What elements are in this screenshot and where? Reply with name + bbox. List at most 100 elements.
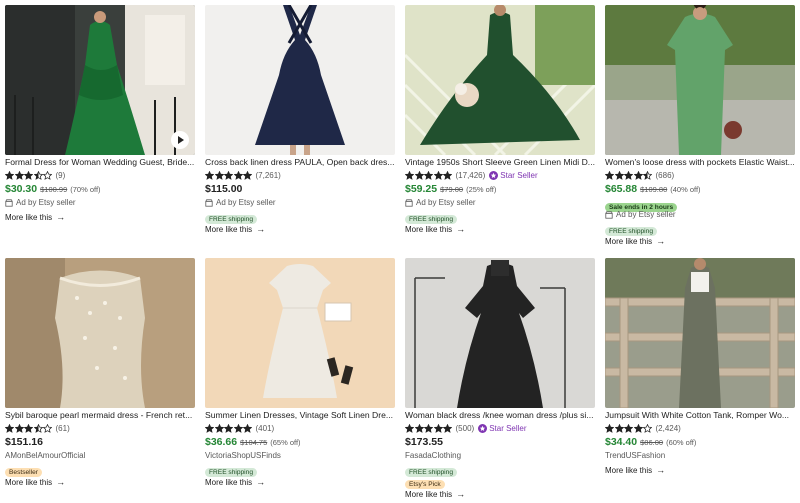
listing-title[interactable]: Women's loose dress with pockets Elastic…: [605, 157, 795, 168]
ad-text: Ad by Etsy seller: [616, 210, 676, 219]
listing-card[interactable]: Women's loose dress with pockets Elastic…: [605, 5, 795, 247]
review-count: (686): [655, 170, 675, 180]
price-row: $30.30 $100.99 (70% off): [5, 183, 195, 196]
shop-name[interactable]: AMonBelAmourOfficial: [5, 450, 195, 461]
star-full-icon: [243, 170, 252, 180]
rating: (686): [605, 169, 795, 181]
listing-title[interactable]: Sybil baroque pearl mermaid dress - Fren…: [5, 410, 195, 421]
listing-title[interactable]: Woman black dress /knee woman dress /plu…: [405, 410, 595, 421]
star-rating: [205, 423, 253, 433]
more-like-this-label: More like this: [605, 465, 653, 475]
star-empty-icon: [43, 170, 52, 180]
star-full-icon: [233, 170, 243, 180]
sale-price: $59.25: [405, 183, 438, 195]
star-full-icon: [624, 423, 633, 433]
star-full-icon: [214, 170, 224, 180]
star-full-icon: [633, 423, 643, 433]
original-price: $86.00: [640, 438, 664, 447]
rating: (2,424): [605, 422, 795, 434]
star-seller-label: Star Seller: [489, 423, 527, 433]
arrow-right-icon: →: [56, 212, 66, 222]
ad-label: Ad by Etsy seller: [5, 197, 195, 208]
star-rating: [605, 423, 653, 433]
more-like-this-link[interactable]: More like this →: [205, 223, 395, 235]
star-empty-icon: [43, 423, 52, 433]
shop-name[interactable]: VictoriaShopUSFinds: [205, 450, 395, 461]
price-row: $34.40 $86.00 (60% off): [605, 436, 795, 449]
star-full-icon: [224, 423, 233, 433]
price-row: $65.88 $109.80 (40% off): [605, 183, 795, 196]
more-like-this-label: More like this: [605, 236, 653, 246]
listing-card[interactable]: Woman black dress /knee woman dress /plu…: [405, 258, 595, 500]
star-full-icon: [243, 423, 252, 433]
ad-label: Ad by Etsy seller: [605, 209, 795, 220]
listing-image[interactable]: [405, 258, 595, 408]
rating: (500) Star Seller: [405, 422, 595, 434]
star-full-icon: [14, 423, 24, 433]
listing-card[interactable]: Cross back linen dress PAULA, Open back …: [205, 5, 395, 235]
listing-title[interactable]: Jumpsuit With White Cotton Tank, Romper …: [605, 410, 795, 421]
more-like-this-label: More like this: [205, 477, 253, 487]
star-rating: [605, 170, 653, 180]
listing-image[interactable]: [405, 5, 595, 155]
rating: (9): [5, 169, 195, 181]
rating: (401): [205, 422, 395, 434]
free-shipping-badge: FREE shipping: [205, 468, 257, 477]
star-full-icon: [433, 170, 443, 180]
listing-title[interactable]: Summer Linen Dresses, Vintage Soft Linen…: [205, 410, 395, 421]
more-like-this-link[interactable]: More like this →: [5, 211, 195, 223]
listing-title[interactable]: Cross back linen dress PAULA, Open back …: [205, 157, 395, 168]
star-full-icon: [205, 170, 214, 180]
listing-title[interactable]: Vintage 1950s Short Sleeve Green Linen M…: [405, 157, 595, 168]
star-full-icon: [443, 423, 452, 433]
listing-image[interactable]: [605, 258, 795, 408]
arrow-right-icon: →: [456, 224, 466, 234]
more-like-this-link[interactable]: More like this →: [605, 464, 795, 476]
play-video-button[interactable]: [171, 131, 189, 149]
free-shipping-badge: FREE shipping: [605, 227, 657, 236]
shop-icon: [405, 198, 413, 207]
listing-image[interactable]: [205, 5, 395, 155]
shop-icon: [5, 198, 13, 207]
ad-text: Ad by Etsy seller: [216, 198, 276, 207]
shop-name[interactable]: TrendUSFashion: [605, 450, 795, 461]
shop-icon: [605, 210, 613, 219]
free-shipping-badge: FREE shipping: [405, 215, 457, 224]
star-full-icon: [5, 423, 14, 433]
listing-title[interactable]: Formal Dress for Woman Wedding Guest, Br…: [5, 157, 195, 168]
price-row: $115.00: [205, 183, 395, 196]
more-like-this-link[interactable]: More like this →: [405, 488, 595, 500]
play-icon: [178, 136, 184, 144]
ad-text: Ad by Etsy seller: [16, 198, 76, 207]
listing-card[interactable]: Summer Linen Dresses, Vintage Soft Linen…: [205, 258, 395, 488]
star-seller-icon: [489, 170, 499, 180]
sale-price: $34.40: [605, 436, 638, 448]
listing-card[interactable]: Sybil baroque pearl mermaid dress - Fren…: [5, 258, 195, 488]
arrow-right-icon: →: [656, 236, 666, 246]
more-like-this-link[interactable]: More like this →: [5, 476, 195, 488]
more-like-this-link[interactable]: More like this →: [605, 235, 795, 247]
shop-icon: [205, 198, 213, 207]
listing-card[interactable]: Vintage 1950s Short Sleeve Green Linen M…: [405, 5, 595, 235]
rating: (61): [5, 422, 195, 434]
more-like-this-link[interactable]: More like this →: [205, 476, 395, 488]
shop-name[interactable]: FasadaClothing: [405, 450, 595, 461]
listing-card[interactable]: Jumpsuit With White Cotton Tank, Romper …: [605, 258, 795, 476]
star-seller-label: Star Seller: [500, 170, 538, 180]
listing-image[interactable]: [605, 5, 795, 155]
star-rating: [205, 170, 253, 180]
review-count: (401): [255, 423, 275, 433]
rating: (17,426) Star Seller: [405, 169, 595, 181]
listing-image[interactable]: [5, 258, 195, 408]
arrow-right-icon: →: [56, 477, 66, 487]
original-price: $109.80: [640, 185, 668, 194]
listing-card[interactable]: Formal Dress for Woman Wedding Guest, Br…: [5, 5, 195, 223]
star-rating: [5, 423, 53, 433]
more-like-this-link[interactable]: More like this →: [405, 223, 595, 235]
listing-image[interactable]: [5, 5, 195, 155]
listing-image[interactable]: [205, 258, 395, 408]
star-rating: [405, 170, 453, 180]
price: $173.55: [405, 436, 443, 448]
ad-text: Ad by Etsy seller: [416, 198, 476, 207]
arrow-right-icon: →: [256, 477, 266, 487]
